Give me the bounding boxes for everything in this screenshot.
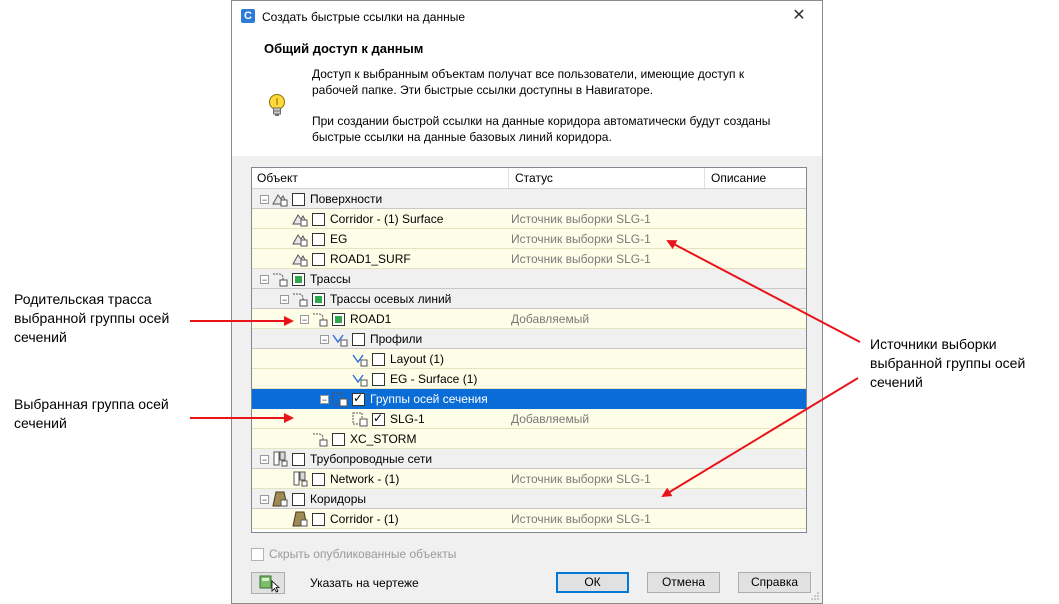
annotation-arrows [190,240,861,498]
arrow-sources-network [661,377,859,498]
arrow-sources-surfaces [666,240,861,343]
